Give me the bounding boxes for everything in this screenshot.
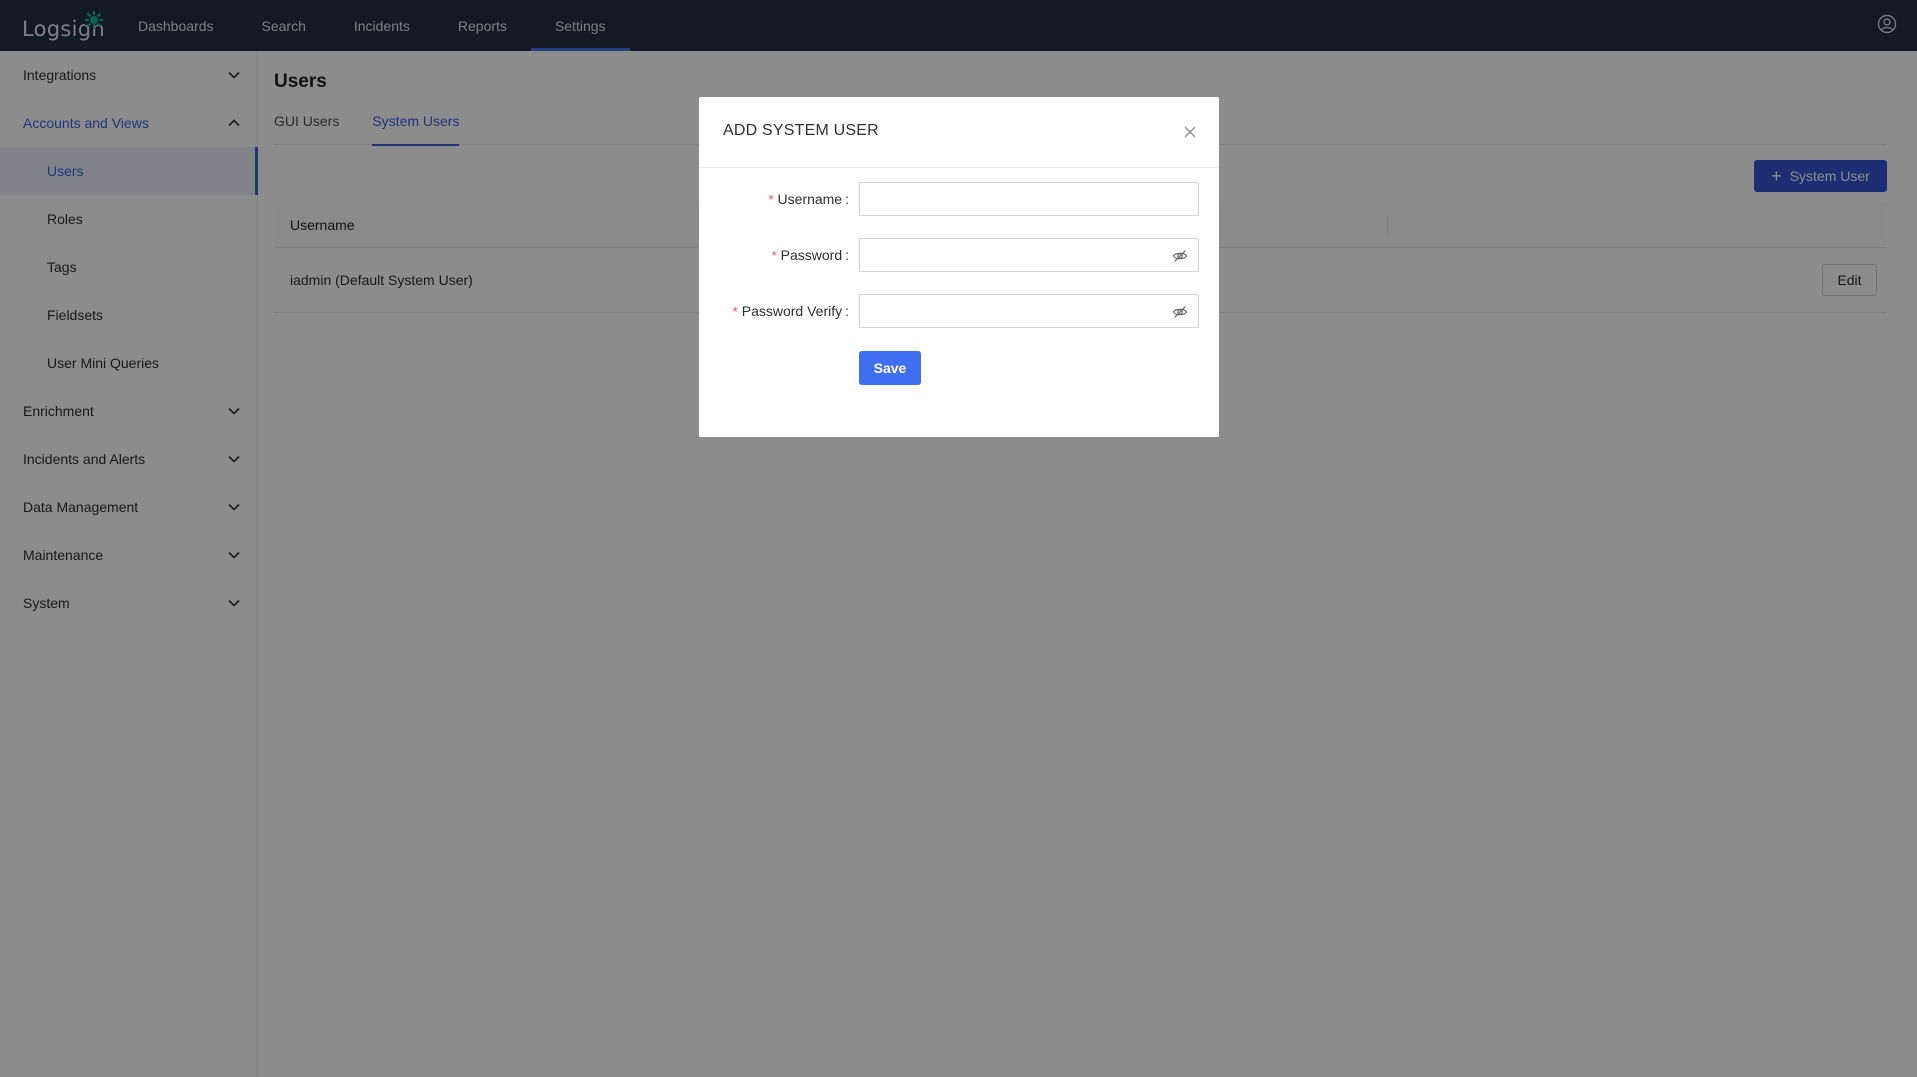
required-marker: * bbox=[732, 303, 738, 319]
required-marker: * bbox=[768, 191, 774, 207]
close-icon[interactable] bbox=[1183, 125, 1197, 139]
label-colon: : bbox=[845, 191, 849, 207]
required-marker: * bbox=[771, 247, 777, 263]
password-label: * Password : bbox=[772, 238, 849, 272]
dialog-header: ADD SYSTEM USER bbox=[699, 97, 1219, 168]
password-verify-row: * Password Verify : bbox=[699, 294, 1219, 328]
password-label-text: Password bbox=[780, 247, 843, 263]
eye-slash-icon[interactable] bbox=[1172, 248, 1188, 264]
label-colon: : bbox=[845, 247, 849, 263]
username-label-text: Username bbox=[777, 191, 843, 207]
password-verify-label: * Password Verify : bbox=[733, 294, 849, 328]
password-verify-label-text: Password Verify bbox=[741, 303, 843, 319]
eye-slash-icon[interactable] bbox=[1172, 304, 1188, 320]
label-colon: : bbox=[845, 303, 849, 319]
add-system-user-dialog: ADD SYSTEM USER * Username : * Password … bbox=[699, 97, 1219, 437]
password-input[interactable] bbox=[859, 238, 1199, 272]
password-row: * Password : bbox=[699, 238, 1219, 272]
password-verify-input[interactable] bbox=[859, 294, 1199, 328]
save-button[interactable]: Save bbox=[859, 351, 921, 385]
username-input[interactable] bbox=[859, 182, 1199, 216]
dialog-title: ADD SYSTEM USER bbox=[723, 122, 879, 139]
username-row: * Username : bbox=[699, 182, 1219, 216]
username-label: * Username : bbox=[768, 182, 849, 216]
